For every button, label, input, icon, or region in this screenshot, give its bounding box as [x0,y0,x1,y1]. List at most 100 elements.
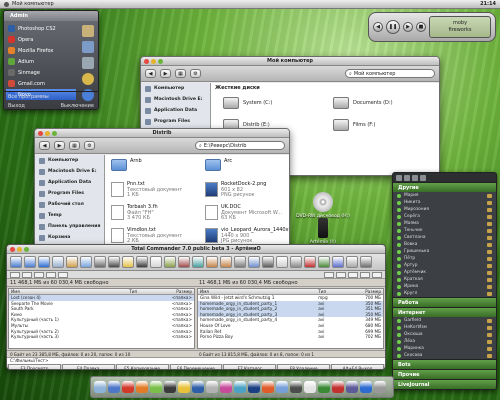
file-item[interactable]: RocketDock-2.png 601 x 82 PNG рисунок [205,181,283,199]
contact-group-header[interactable]: Интернет [393,307,496,317]
contact-item[interactable]: Светлана [393,234,496,241]
sidebar-item[interactable]: Компьютер [141,83,210,94]
contact-item[interactable]: Маринка [393,345,496,352]
toolbar-icon[interactable] [164,256,176,268]
right-panel[interactable]: Имя Тип Размер Gina Wild - Jetzt wird's Sc… [197,288,384,349]
contact-item[interactable]: Артур [393,262,496,269]
close-icon[interactable] [10,247,15,252]
contact-item[interactable]: Вовка [393,241,496,248]
contact-group-header[interactable]: Прочие [393,369,496,379]
stop-icon[interactable]: ■ [416,22,426,32]
toolbar-icon[interactable] [94,256,106,268]
network-icon[interactable] [82,41,94,53]
toolbar-icon[interactable] [80,256,92,268]
start-menu-item[interactable]: Sinmage [6,67,76,78]
dock-app-icon[interactable] [150,381,162,393]
table-row[interactable]: Культурный (часть 3) <папка> [9,334,194,340]
file-item[interactable]: UK.DOC Документ Microsoft W... 63 КБ [205,204,283,222]
file-item[interactable]: Arc [205,158,283,171]
drive-button[interactable] [58,271,68,278]
drive-button[interactable] [34,271,44,278]
contact-item[interactable]: Серёга [393,213,496,220]
dock-app-icon[interactable] [108,381,120,393]
dock-app-icon[interactable] [122,381,134,393]
sidebar-item[interactable]: Application Data [141,105,210,116]
function-key-button[interactable]: F8 Удаление [277,364,331,369]
toolbar-icon[interactable] [150,256,162,268]
zoom-icon[interactable] [52,131,57,136]
contact-item[interactable]: Теньчик [393,227,496,234]
file-item[interactable]: vio_Leopard_Aurora_1440x90...1440 x 900J… [205,227,289,245]
toolbar-icon[interactable] [290,256,302,268]
contact-item[interactable]: Пётр [393,255,496,262]
contact-item[interactable]: Артёмчик [393,269,496,276]
search-field[interactable]: ⌕ Мой компьютер [345,69,435,78]
toolbar-icon[interactable] [10,256,22,268]
dock-app-icon[interactable] [276,381,288,393]
contact-group-header[interactable]: Другие [393,182,496,192]
toolbar-icon[interactable] [24,256,36,268]
toolbar-icon[interactable] [108,256,120,268]
dock-app-icon[interactable] [136,381,148,393]
dock-app-icon[interactable] [192,381,204,393]
desktop-icon-dvd[interactable]: DVD-RW дисковод (H:) [296,192,350,219]
dock-app-icon[interactable] [220,381,232,393]
file-item[interactable]: Torbash 3.fh Файл "FH" 3 470 КБ [111,204,189,222]
function-key-button[interactable]: F4 Правка [61,364,115,369]
sidebar-item[interactable]: Program Files [35,188,104,199]
toolbar-icon[interactable] [220,256,232,268]
toolbar-icon[interactable] [234,256,246,268]
contact-item[interactable]: Мирозония [393,206,496,213]
toolbar-icon[interactable] [346,256,358,268]
next-icon[interactable]: ▶ [403,22,413,32]
function-key-button[interactable]: F3 Просмотр [8,364,61,369]
toolbar-icon[interactable] [38,256,50,268]
toolbar-icon[interactable] [318,256,330,268]
contact-item[interactable]: Мария [393,192,496,199]
drive-button[interactable] [336,271,346,278]
dock-app-icon[interactable] [178,381,190,393]
toolbar-icon[interactable] [136,256,148,268]
contact-item[interactable]: Ирина [393,283,496,290]
forward-button[interactable]: ▶ [160,69,171,78]
function-key-button[interactable]: F7 Каталог [223,364,277,369]
close-icon[interactable] [38,131,43,136]
start-menu-item[interactable]: Opera [6,34,76,45]
dock-app-icon[interactable] [164,381,176,393]
sidebar-item[interactable]: Application Data [35,177,104,188]
minimize-icon[interactable] [17,247,22,252]
sidebar-item[interactable]: Temp [35,210,104,221]
sidebar-item[interactable]: Рабочий стол [35,199,104,210]
settings-icon[interactable] [412,174,418,181]
contact-item[interactable]: Лёха [393,338,496,345]
drive-button[interactable] [46,271,56,278]
dock-app-icon[interactable] [304,381,316,393]
contact-item[interactable]: Оксюша [393,331,496,338]
back-button[interactable]: ◀ [145,69,156,78]
contact-item[interactable]: Маяма [393,220,496,227]
pause-icon[interactable]: ❚❚ [386,20,400,34]
dock-app-icon[interactable] [262,381,274,393]
apple-icon[interactable] [4,1,9,7]
minimize-icon[interactable] [151,59,156,64]
drive-button[interactable] [360,271,370,278]
drive-button[interactable] [348,271,358,278]
contact-item[interactable]: Гришенька [393,248,496,255]
contact-group-header[interactable]: Работа [393,297,496,307]
toolbar-icon[interactable] [276,256,288,268]
minimize-icon[interactable] [45,131,50,136]
sidebar-item[interactable]: Компьютер [35,155,104,166]
view-icons-button[interactable]: ▦ [175,69,186,78]
dock-app-icon[interactable] [206,381,218,393]
file-item[interactable]: Pnn.txt Текстовый документ 1 КБ [111,181,189,199]
toolbar-icon[interactable] [304,256,316,268]
toolbar-icon[interactable] [360,256,372,268]
command-line[interactable]: C:\Фильмы\Тест> [7,357,385,364]
start-menu-item[interactable]: Gmail.com [6,78,76,89]
action-button[interactable]: ⚙ [84,141,95,150]
file-item[interactable]: Vimdlon.txt Текстовый документ 2 КБ [111,227,189,245]
table-row[interactable]: Porno Pizza Boy avi 702 МБ [198,334,383,340]
function-key-button[interactable]: F6 Перемещение [169,364,223,369]
start-menu-item[interactable]: Adium [6,56,76,67]
shutdown-button[interactable]: Выключение [61,103,94,109]
